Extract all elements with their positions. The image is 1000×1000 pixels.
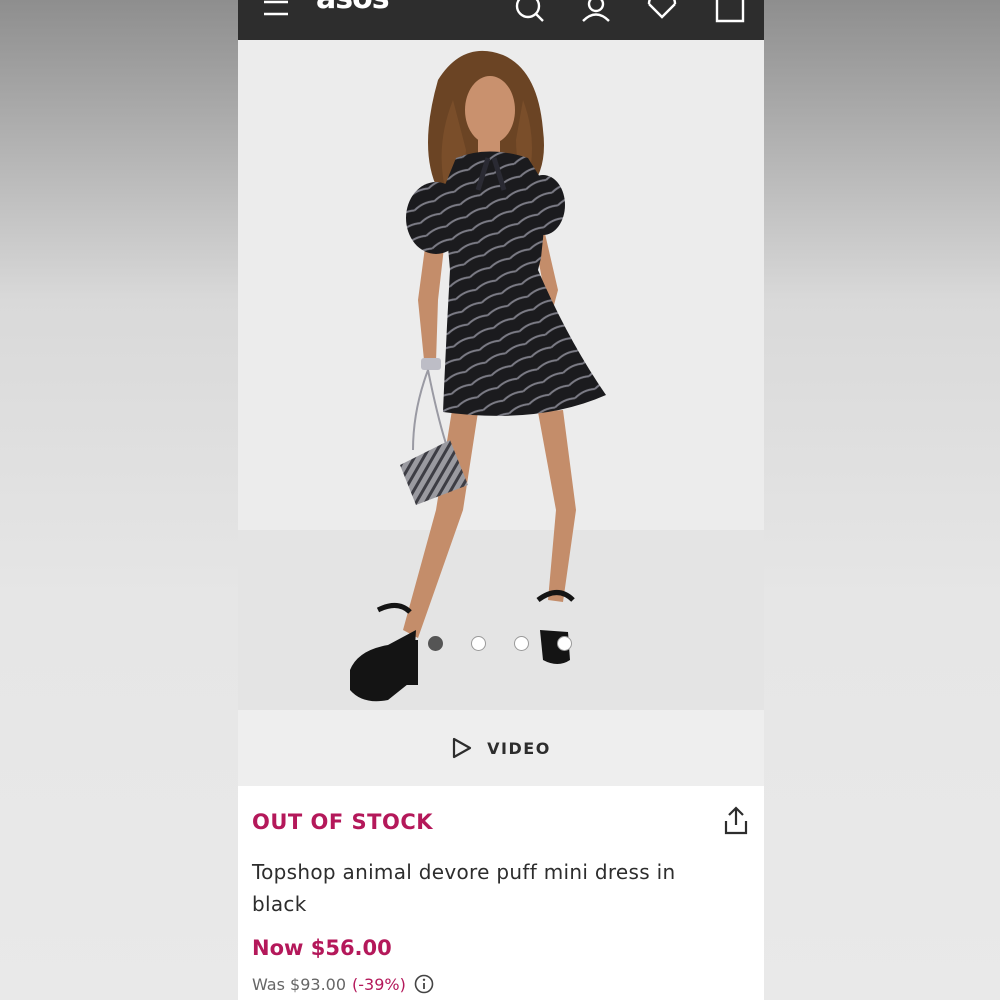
price-comparison: Was $93.00 (-39%) [252, 974, 434, 994]
top-nav-bar: asos [238, 0, 764, 40]
carousel-dot[interactable] [471, 636, 486, 651]
heart-icon[interactable] [642, 0, 682, 40]
current-price: Now $56.00 [252, 936, 392, 960]
product-photo [238, 40, 764, 710]
product-info: OUT OF STOCK Topshop animal devore puff … [238, 786, 764, 1000]
product-title: Topshop animal devore puff mini dress in… [252, 860, 676, 916]
carousel-dot[interactable] [514, 636, 529, 651]
carousel-dots [238, 636, 764, 652]
play-icon [453, 737, 472, 759]
asos-logo[interactable]: asos [316, 0, 390, 14]
stock-status: OUT OF STOCK [252, 810, 434, 834]
product-image-gallery[interactable] [238, 40, 764, 710]
video-label: VIDEO [487, 738, 551, 758]
video-button[interactable]: VIDEO [238, 710, 764, 786]
discount-percent: (-39%) [352, 974, 406, 994]
bag-icon[interactable] [710, 0, 750, 40]
share-icon[interactable] [722, 806, 750, 836]
account-icon[interactable] [576, 0, 616, 40]
menu-icon[interactable] [260, 0, 300, 40]
phone-screen: asos [238, 0, 764, 1000]
was-price: Was $93.00 [252, 974, 347, 994]
carousel-dot[interactable] [428, 636, 443, 651]
carousel-dot[interactable] [557, 636, 572, 651]
search-icon[interactable] [510, 0, 550, 40]
info-icon[interactable] [414, 974, 434, 994]
